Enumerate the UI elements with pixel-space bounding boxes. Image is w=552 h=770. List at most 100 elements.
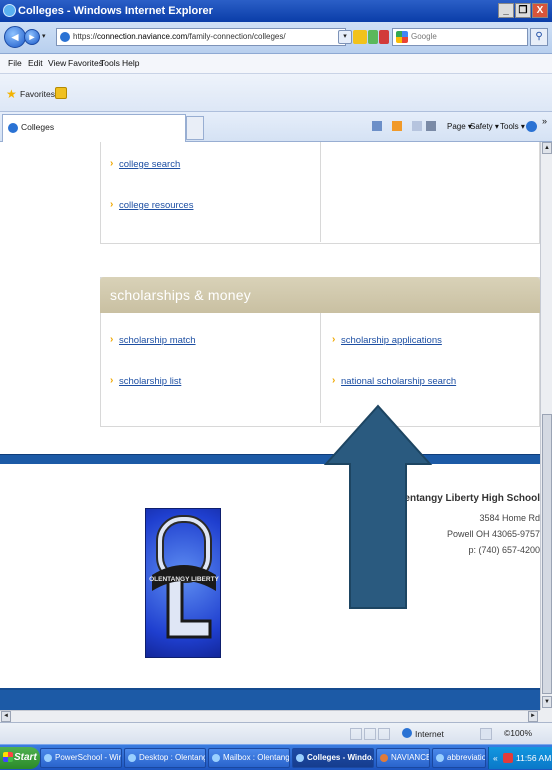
column-divider (320, 313, 321, 423)
menu-tools[interactable]: Tools (100, 58, 120, 68)
tray-app-icon[interactable] (503, 753, 513, 763)
menu-bar: File Edit View Favorites Tools Help (0, 54, 552, 74)
menu-file[interactable]: File (8, 58, 22, 68)
safety-menu[interactable]: Safety ▾ (470, 122, 499, 131)
forward-button[interactable]: ► (24, 29, 40, 45)
search-field[interactable]: Google (392, 28, 528, 46)
google-icon (396, 31, 408, 43)
tray-expand-icon[interactable]: « (493, 747, 498, 769)
school-logo: OLENTANGY LIBERTY (145, 508, 221, 658)
scholarship-applications-link[interactable]: scholarship applications (341, 335, 442, 346)
url-prefix: https:// (73, 32, 98, 41)
task-label: Desktop : Olentang... (139, 753, 205, 762)
refresh-icon[interactable] (368, 30, 378, 44)
school-address: 3584 Home Rd (479, 513, 540, 523)
school-city: Powell OH 43065-9757 (446, 529, 540, 539)
ie-icon (44, 754, 52, 762)
chevron-right-icon: › (332, 375, 336, 386)
help-icon[interactable] (526, 121, 537, 132)
menu-help[interactable]: Help (122, 58, 139, 68)
stop-icon[interactable] (379, 30, 389, 44)
scholarship-match-link[interactable]: scholarship match (119, 335, 196, 346)
scholarships-title: scholarships & money (110, 287, 251, 303)
feeds-icon[interactable] (392, 121, 402, 131)
ie-icon (3, 4, 16, 17)
tab-colleges[interactable]: Colleges (2, 114, 186, 142)
chevron-right-icon: › (332, 334, 336, 345)
task-mailbox[interactable]: Mailbox : Olentang... (208, 748, 290, 768)
lock-icon[interactable] (353, 30, 367, 44)
task-powerschool[interactable]: PowerSchool - Wind... (40, 748, 122, 768)
status-cell (378, 728, 390, 740)
address-toolbar: ◄ ► ▾ https://connection.naviance.com/fa… (0, 22, 552, 54)
task-label: PowerSchool - Wind... (55, 753, 122, 762)
vertical-scrollbar[interactable]: ▲ ▼ (540, 142, 552, 710)
zone-label: Internet (415, 729, 444, 739)
home-icon[interactable] (372, 121, 382, 131)
horizontal-scrollbar[interactable]: ◄ ► (0, 710, 540, 722)
scholarship-list-link[interactable]: scholarship list (119, 376, 181, 387)
task-label: NAVIANCE PowerPoint (391, 753, 430, 762)
chevron-right-icon: › (110, 199, 114, 210)
chevron-right-icon: › (110, 158, 114, 169)
school-phone: p: (740) 657-4200 (468, 545, 540, 555)
annotation-arrow (323, 404, 433, 609)
menu-favorites[interactable]: Favorites (68, 58, 103, 68)
page-menu[interactable]: Page ▾ (447, 122, 472, 131)
scroll-thumb[interactable] (542, 414, 552, 694)
college-resources-link[interactable]: college resources (119, 200, 193, 211)
tools-menu[interactable]: Tools ▾ (500, 122, 525, 131)
task-colleges[interactable]: Colleges - Windo... (292, 748, 374, 768)
add-favorite-icon[interactable] (55, 87, 67, 99)
zoom-level[interactable]: ©100% (504, 728, 532, 738)
status-cell (364, 728, 376, 740)
clock[interactable]: 11:56 AM (516, 747, 551, 769)
minimize-button[interactable]: _ (498, 3, 514, 18)
read-mail-icon[interactable] (412, 121, 422, 131)
footer-bottom-band (0, 688, 540, 710)
maximize-button[interactable]: ❐ (515, 3, 531, 18)
site-icon (60, 32, 70, 42)
scroll-left-icon[interactable]: ◄ (1, 711, 11, 722)
logo-text: OLENTANGY LIBERTY (149, 576, 219, 583)
task-powerpoint[interactable]: NAVIANCE PowerPoint (376, 748, 430, 768)
close-button[interactable]: X (532, 3, 548, 18)
task-desktop[interactable]: Desktop : Olentang... (124, 748, 206, 768)
task-abbreviations[interactable]: abbreviations for ex... (432, 748, 486, 768)
window-title-bar: Colleges - Windows Internet Explorer _ ❐… (0, 0, 552, 22)
scroll-down-icon[interactable]: ▼ (542, 696, 552, 708)
windows-logo-icon (3, 752, 13, 762)
chevron-right-icon: › (110, 334, 114, 345)
college-search-link[interactable]: college search (119, 159, 180, 170)
national-scholarship-search-link[interactable]: national scholarship search (341, 376, 456, 387)
scroll-up-icon[interactable]: ▲ (542, 142, 552, 154)
up-arrow-icon (323, 404, 433, 609)
menu-edit[interactable]: Edit (28, 58, 43, 68)
scroll-right-icon[interactable]: ► (528, 711, 538, 722)
new-tab-button[interactable] (186, 116, 204, 140)
logo-graphic: OLENTANGY LIBERTY (149, 515, 220, 639)
protected-mode-icon[interactable] (480, 728, 492, 740)
address-field[interactable]: https://connection.naviance.com/family-c… (56, 28, 346, 46)
ie-icon (436, 754, 444, 762)
powerpoint-icon (380, 754, 388, 762)
address-dropdown-icon[interactable]: ▾ (338, 30, 352, 44)
start-button[interactable]: Start (0, 747, 40, 769)
chevron-right-icon: › (110, 375, 114, 386)
favorites-star-icon[interactable]: ★ (6, 87, 17, 101)
status-cell (350, 728, 362, 740)
chevron-more-icon[interactable]: » (542, 116, 547, 126)
back-button[interactable]: ◄ (4, 26, 26, 48)
favorites-button[interactable]: Favorites (20, 89, 55, 99)
search-icon[interactable]: ⚲ (530, 28, 548, 46)
scrollbar-corner (540, 710, 552, 722)
print-icon[interactable] (426, 121, 436, 131)
window-title: Colleges - Windows Internet Explorer (18, 5, 213, 17)
footer-band (0, 454, 540, 464)
menu-view[interactable]: View (48, 58, 66, 68)
security-zone[interactable]: Internet (402, 728, 444, 739)
tab-ie-icon (8, 123, 18, 133)
column-divider (320, 142, 321, 242)
history-dropdown-icon[interactable]: ▾ (42, 32, 46, 40)
favorites-bar: ★ Favorites (0, 74, 552, 112)
